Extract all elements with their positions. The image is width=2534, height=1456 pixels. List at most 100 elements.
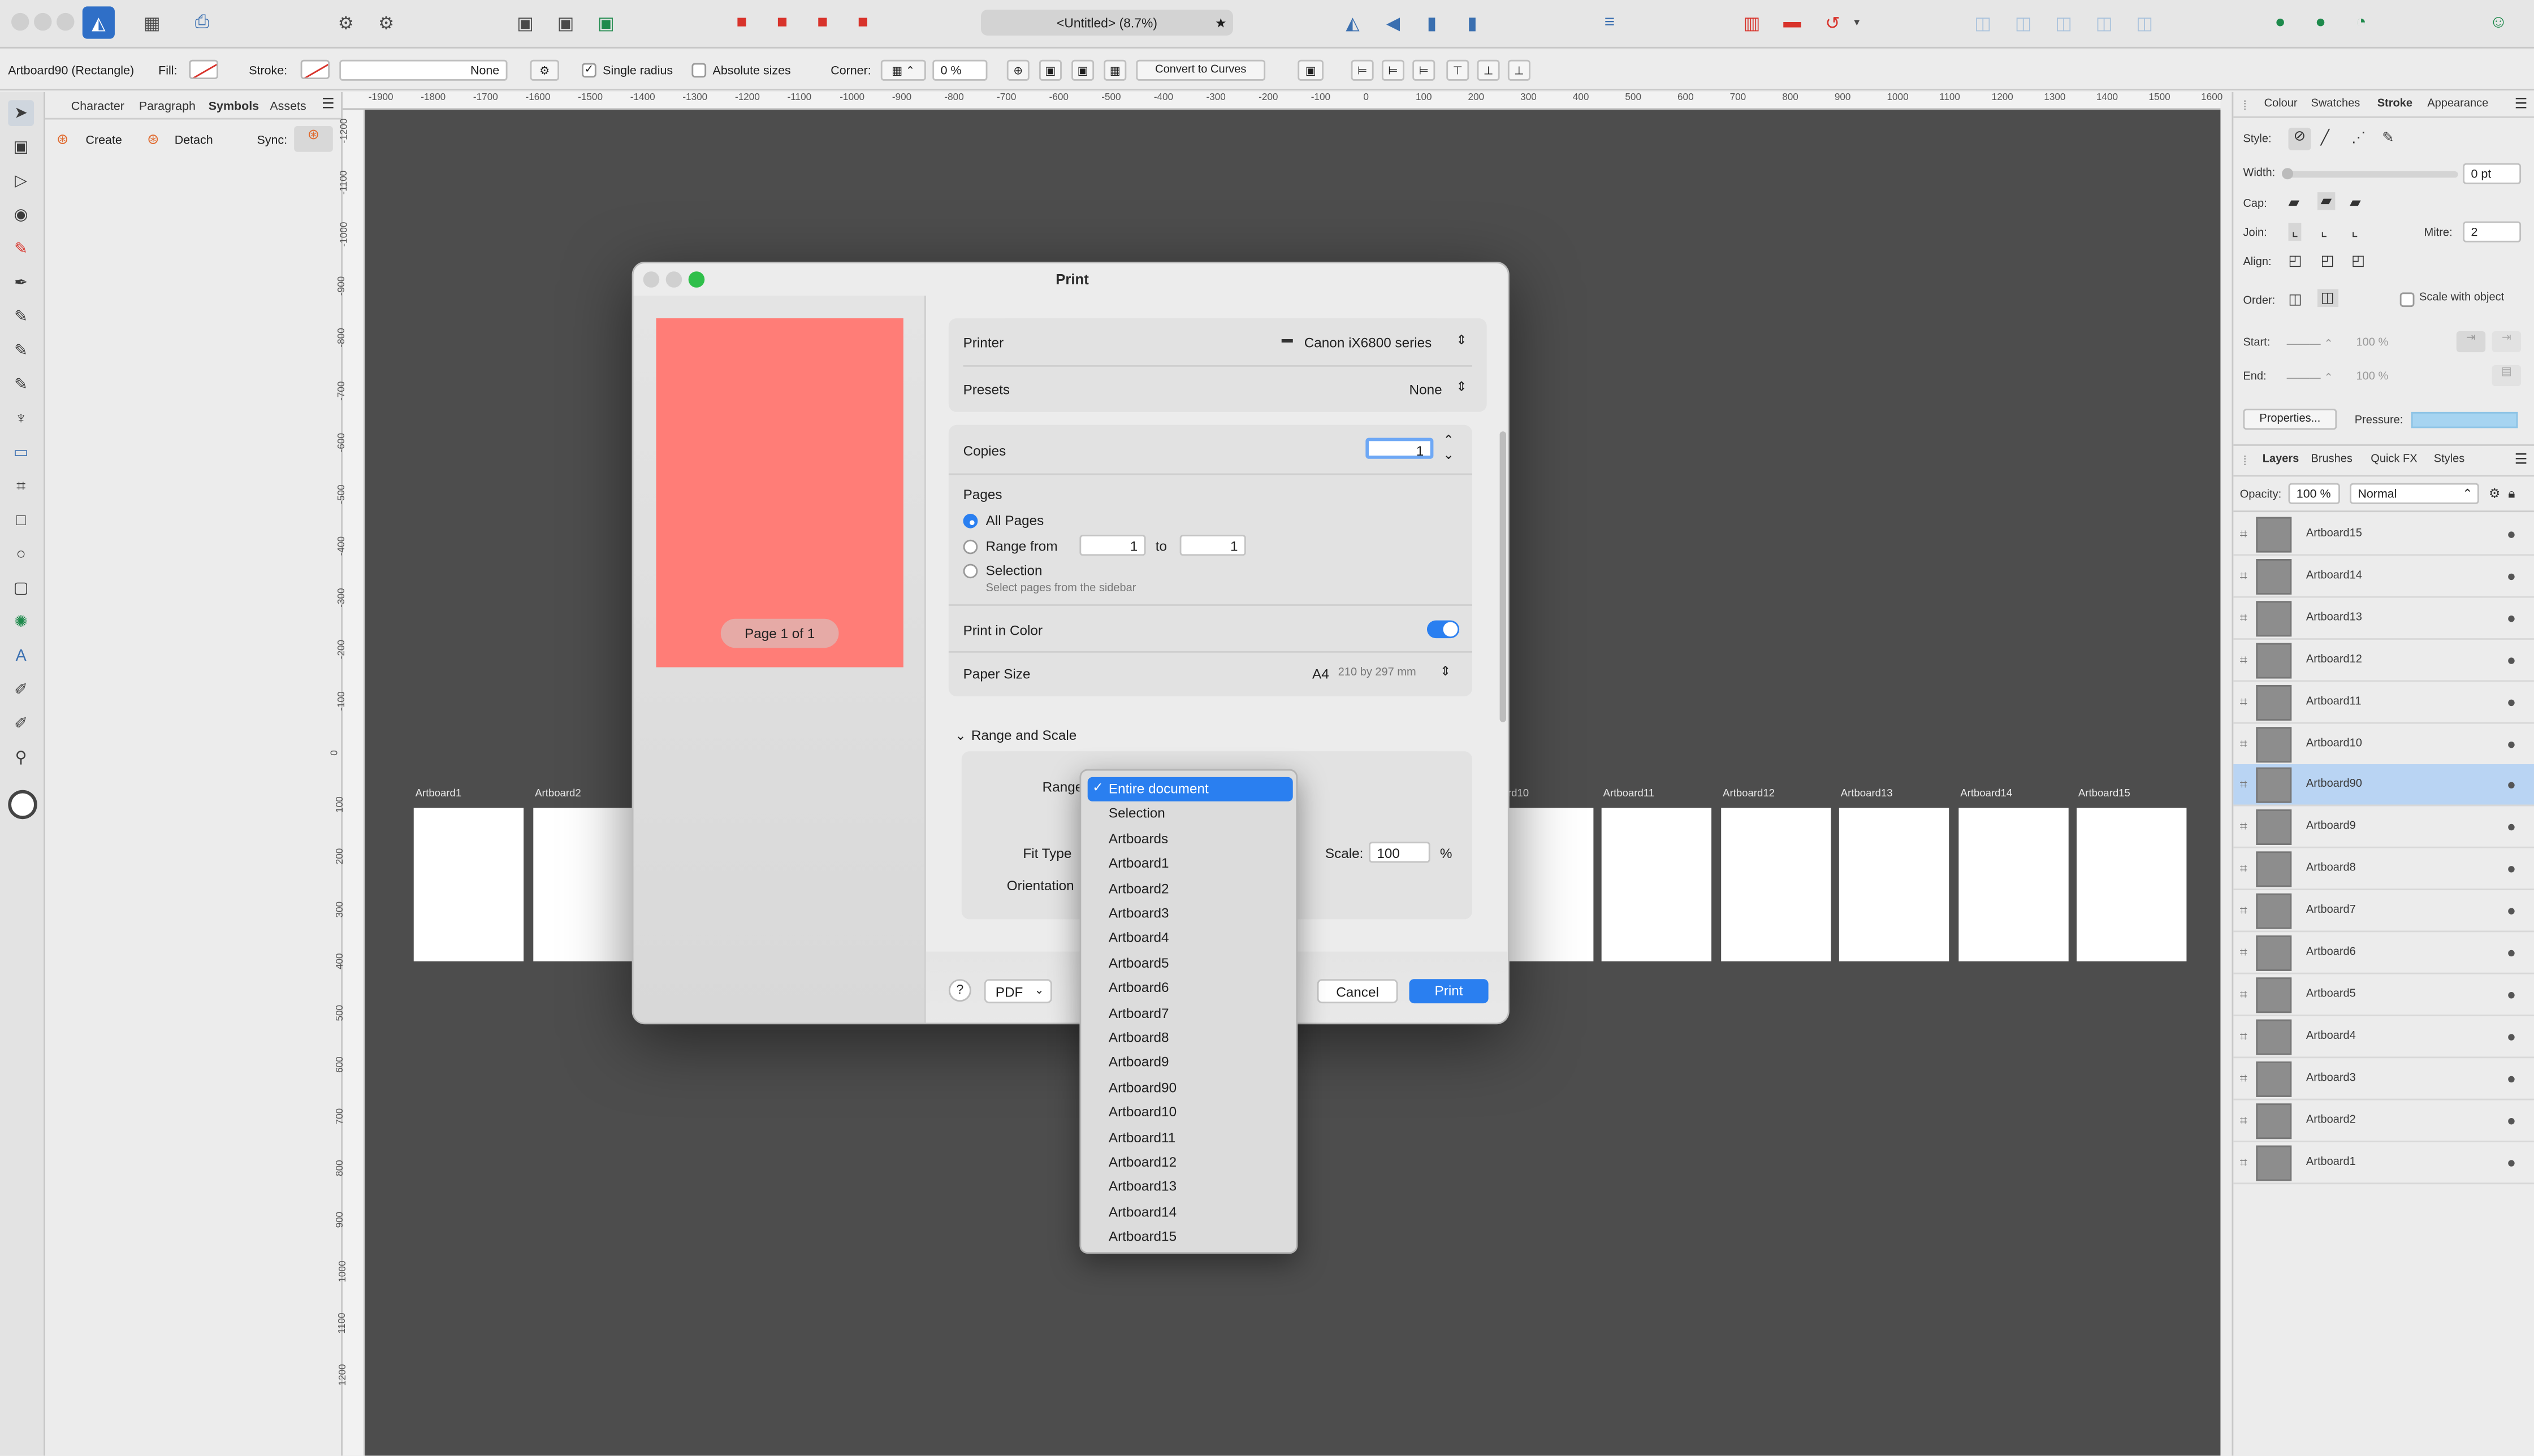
create-button[interactable]: Create <box>85 132 122 147</box>
cap-round-icon[interactable]: ▰ <box>2317 192 2336 210</box>
align-bottom-icon[interactable]: ⊥ <box>1507 59 1530 81</box>
range-option[interactable]: Artboard13 <box>1088 1175 1293 1199</box>
cap-square-icon[interactable]: ▰ <box>2350 194 2361 211</box>
tab-symbols[interactable]: Symbols <box>209 98 259 113</box>
opacity-field[interactable]: 100 % <box>2288 483 2340 504</box>
move-backward-icon[interactable]: ■ <box>768 10 797 36</box>
place-image-tool-icon[interactable]: ▭ <box>8 439 34 465</box>
grid-frame-icon[interactable]: ▣ <box>1071 59 1095 81</box>
share-icon[interactable]: ● <box>2306 10 2335 36</box>
range-option[interactable]: Artboard10 <box>1088 1100 1293 1125</box>
range-from-field[interactable]: 1 <box>1079 535 1146 556</box>
rotate-left-icon[interactable]: ▮ <box>1417 10 1446 36</box>
artboard[interactable] <box>1721 808 1831 961</box>
align-left-icon[interactable]: ⊨ <box>1351 59 1374 81</box>
selection-radio[interactable] <box>963 564 978 579</box>
layer-visibility-icon[interactable] <box>2508 1033 2515 1041</box>
copies-stepper[interactable]: ⌃ ⌄ <box>1443 433 1454 462</box>
insert-top-icon[interactable]: ◫ <box>2090 10 2118 36</box>
pen-tool-icon[interactable]: ✒ <box>8 270 34 296</box>
end-options-icon[interactable]: ▤ <box>2492 365 2522 387</box>
range-option[interactable]: Artboard14 <box>1088 1200 1293 1224</box>
flip-horizontal-icon[interactable]: ◭ <box>1338 10 1367 36</box>
properties-button[interactable]: Properties... <box>2243 409 2337 430</box>
tab-styles[interactable]: Styles <box>2434 454 2464 465</box>
chat-icon[interactable]: ● <box>2265 10 2294 36</box>
create-symbol-icon[interactable]: ⊛ <box>57 131 69 149</box>
layer-visibility-icon[interactable] <box>2508 1117 2515 1124</box>
join-miter-icon[interactable]: ⌞ <box>2288 223 2302 241</box>
align-inside-icon[interactable]: ◰ <box>2288 252 2302 270</box>
insert-bottom-icon[interactable]: ◫ <box>2130 10 2159 36</box>
layer-row[interactable]: ⌗ Artboard7 <box>2233 890 2534 933</box>
layer-row[interactable]: ⌗ Artboard10 <box>2233 723 2534 765</box>
document-title[interactable]: <Untitled> (8.7%) ★ <box>981 10 1233 36</box>
range-option[interactable]: Artboard6 <box>1088 976 1293 1000</box>
dashed-stroke-icon[interactable]: ⋰ <box>2351 129 2366 147</box>
absolute-sizes-checkbox[interactable] <box>691 63 707 78</box>
swap-arrow-icon[interactable]: ⇥ <box>2456 331 2486 353</box>
tab-brushes[interactable]: Brushes <box>2311 454 2353 465</box>
layer-visibility-icon[interactable] <box>2508 782 2515 790</box>
boolean-add-icon[interactable]: ▥ <box>1734 10 1770 36</box>
page-preview[interactable]: Page 1 of 1 <box>656 318 903 668</box>
layer-visibility-icon[interactable] <box>2508 1075 2515 1082</box>
layers-menu-icon[interactable]: ☰ <box>2515 450 2528 468</box>
join-round-icon[interactable]: ⌞ <box>2321 223 2328 240</box>
pencil-tool-icon[interactable]: ✎ <box>8 236 34 262</box>
join-bevel-icon[interactable]: ⌞ <box>2351 223 2358 240</box>
paint-brush-tool-icon[interactable]: ✎ <box>8 337 34 363</box>
layer-visibility-icon[interactable] <box>2508 950 2515 957</box>
corner-tool-icon[interactable]: ◉ <box>8 202 34 228</box>
layer-visibility-icon[interactable] <box>2508 866 2515 873</box>
node-tool-icon[interactable]: ▷ <box>8 168 34 194</box>
corner-value-field[interactable]: 0 % <box>932 59 988 81</box>
tab-paragraph[interactable]: Paragraph <box>139 98 196 113</box>
layer-settings-icon[interactable]: ⚙ <box>2489 486 2501 501</box>
artboard[interactable] <box>533 808 643 961</box>
layer-row[interactable]: ⌗ Artboard12 <box>2233 639 2534 682</box>
tab-character[interactable]: Character <box>71 98 124 113</box>
text-tool-icon[interactable]: A <box>8 643 34 669</box>
layer-visibility-icon[interactable] <box>2508 1159 2515 1166</box>
copies-field[interactable]: 1 <box>1365 437 1434 459</box>
zoom-window-button[interactable] <box>57 12 75 31</box>
width-field[interactable]: 0 pt <box>2463 163 2522 184</box>
artboard[interactable] <box>1958 808 2069 961</box>
align-icon[interactable]: ≡ <box>1595 10 1624 36</box>
order-behind-icon[interactable]: ◫ <box>2288 291 2302 309</box>
layer-visibility-icon[interactable] <box>2508 573 2515 580</box>
tab-layers[interactable]: Layers <box>2263 454 2299 465</box>
detach-symbol-icon[interactable]: ⊛ <box>147 131 159 149</box>
boolean-intersect-icon[interactable]: ↺ <box>1815 10 1850 36</box>
range-option[interactable]: Artboard1 <box>1088 852 1293 876</box>
detach-button[interactable]: Detach <box>175 132 213 147</box>
texture-stroke-icon[interactable]: ✎ <box>2382 129 2394 147</box>
layer-visibility-icon[interactable] <box>2508 740 2515 748</box>
designer-persona-icon[interactable]: ◭ <box>82 6 115 39</box>
mitre-field[interactable]: 2 <box>2463 221 2522 242</box>
range-option[interactable]: Artboard7 <box>1088 1001 1293 1025</box>
start-scale-field[interactable]: 100 % <box>2356 337 2389 349</box>
rotate-right-icon[interactable]: ▮ <box>1458 10 1486 36</box>
stroke-swatch[interactable] <box>300 59 330 80</box>
range-option[interactable]: Artboard9 <box>1088 1051 1293 1075</box>
layer-visibility-icon[interactable] <box>2508 657 2515 664</box>
rounded-rect-tool-icon[interactable]: ▢ <box>8 575 34 601</box>
end-arrow-select[interactable]: ——— ⌃ <box>2287 371 2333 384</box>
layer-row[interactable]: ⌗ Artboard11 <box>2233 681 2534 723</box>
snap-object-icon[interactable]: ▣ <box>591 10 620 36</box>
paper-size-select[interactable]: A4 <box>1312 666 1329 682</box>
pixel-persona-icon[interactable]: ▦ <box>137 10 166 36</box>
ellipse-tool-icon[interactable]: ○ <box>8 541 34 567</box>
artboard[interactable] <box>2077 808 2187 961</box>
layer-visibility-icon[interactable] <box>2508 908 2515 915</box>
print-button[interactable]: Print <box>1409 979 1489 1004</box>
boolean-subtract-icon[interactable]: ▬ <box>1775 10 1810 36</box>
help-button[interactable]: ? <box>948 979 971 1002</box>
measure-tool-icon[interactable]: ✐ <box>8 711 34 737</box>
minimize-window-button[interactable] <box>34 12 52 31</box>
width-slider[interactable] <box>2282 168 2458 180</box>
preferences-icon[interactable]: ⚙ <box>371 10 400 36</box>
close-window-button[interactable] <box>11 12 29 31</box>
